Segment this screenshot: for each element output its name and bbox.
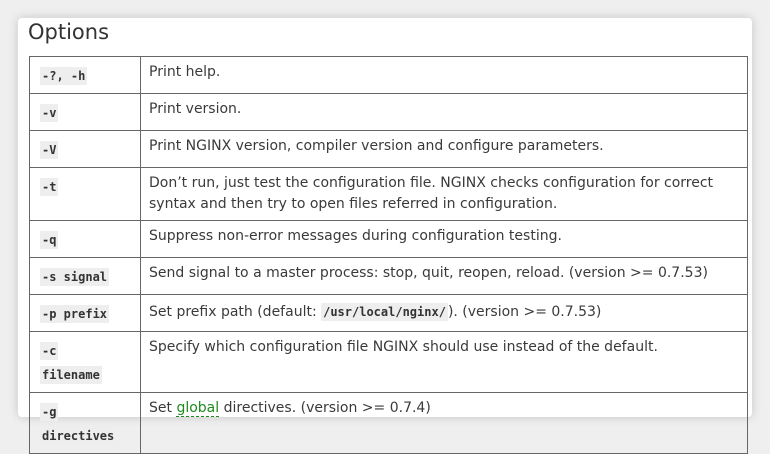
- description-text: directives. (version >= 0.7.4): [219, 400, 431, 416]
- option-flag: -t: [40, 178, 59, 196]
- option-flag: -g: [40, 403, 59, 421]
- option-flag: -V: [40, 141, 59, 159]
- table-row: -q Suppress non-error messages during co…: [29, 220, 748, 258]
- option-argument: filename: [40, 366, 102, 384]
- option-description: Specify which configuration file NGINX s…: [140, 331, 748, 393]
- option-flag-cell: -q: [29, 220, 141, 258]
- table-row: -p prefix Set prefix path (default: /usr…: [29, 294, 748, 332]
- table-row: -s signal Send signal to a master proces…: [29, 257, 748, 295]
- option-description: Suppress non-error messages during confi…: [140, 220, 748, 258]
- option-description: Send signal to a master process: stop, q…: [140, 257, 748, 295]
- option-flag: -c: [40, 342, 59, 360]
- option-flag: -?, -h: [40, 67, 88, 85]
- option-flag-cell: -c filename: [29, 331, 141, 393]
- option-description: Don’t run, just test the configuration f…: [140, 167, 748, 221]
- default-prefix-path: /usr/local/nginx/: [321, 303, 448, 321]
- option-flag: -s signal: [40, 268, 110, 286]
- option-flag: -q: [40, 231, 59, 249]
- option-flag-cell: -s signal: [29, 257, 141, 295]
- description-text: ). (version >= 0.7.53): [447, 304, 602, 320]
- table-row: -g directives Set global directives. (ver…: [29, 392, 748, 454]
- option-description: Print NGINX version, compiler version an…: [140, 130, 748, 168]
- option-description: Set prefix path (default: /usr/local/ngi…: [140, 294, 748, 332]
- global-directives-link[interactable]: global: [176, 400, 220, 417]
- table-row: -V Print NGINX version, compiler version…: [29, 130, 748, 168]
- table-row: -c filename Specify which configuration f…: [29, 331, 748, 393]
- option-flag: -p prefix: [40, 305, 110, 323]
- option-description: Print help.: [140, 56, 748, 94]
- options-table: -?, -h Print help. -v Print version. -V …: [29, 56, 748, 454]
- option-description: Set global directives. (version >= 0.7.4…: [140, 392, 748, 454]
- option-flag-cell: -t: [29, 167, 141, 221]
- description-text: Set: [149, 400, 177, 416]
- option-flag-cell: -V: [29, 130, 141, 168]
- options-panel: Options -?, -h Print help. -v Print vers…: [18, 18, 752, 454]
- option-flag-cell: -?, -h: [29, 56, 141, 94]
- description-text: Set prefix path (default:: [149, 304, 322, 320]
- option-flag: -v: [40, 104, 59, 122]
- option-argument: directives: [40, 427, 117, 445]
- section-heading: Options: [28, 20, 110, 44]
- option-description: Print version.: [140, 93, 748, 131]
- option-flag-cell: -p prefix: [29, 294, 141, 332]
- table-row: -t Don’t run, just test the configuratio…: [29, 167, 748, 221]
- option-flag-cell: -v: [29, 93, 141, 131]
- table-row: -v Print version.: [29, 93, 748, 131]
- option-flag-cell: -g directives: [29, 392, 141, 454]
- table-row: -?, -h Print help.: [29, 56, 748, 94]
